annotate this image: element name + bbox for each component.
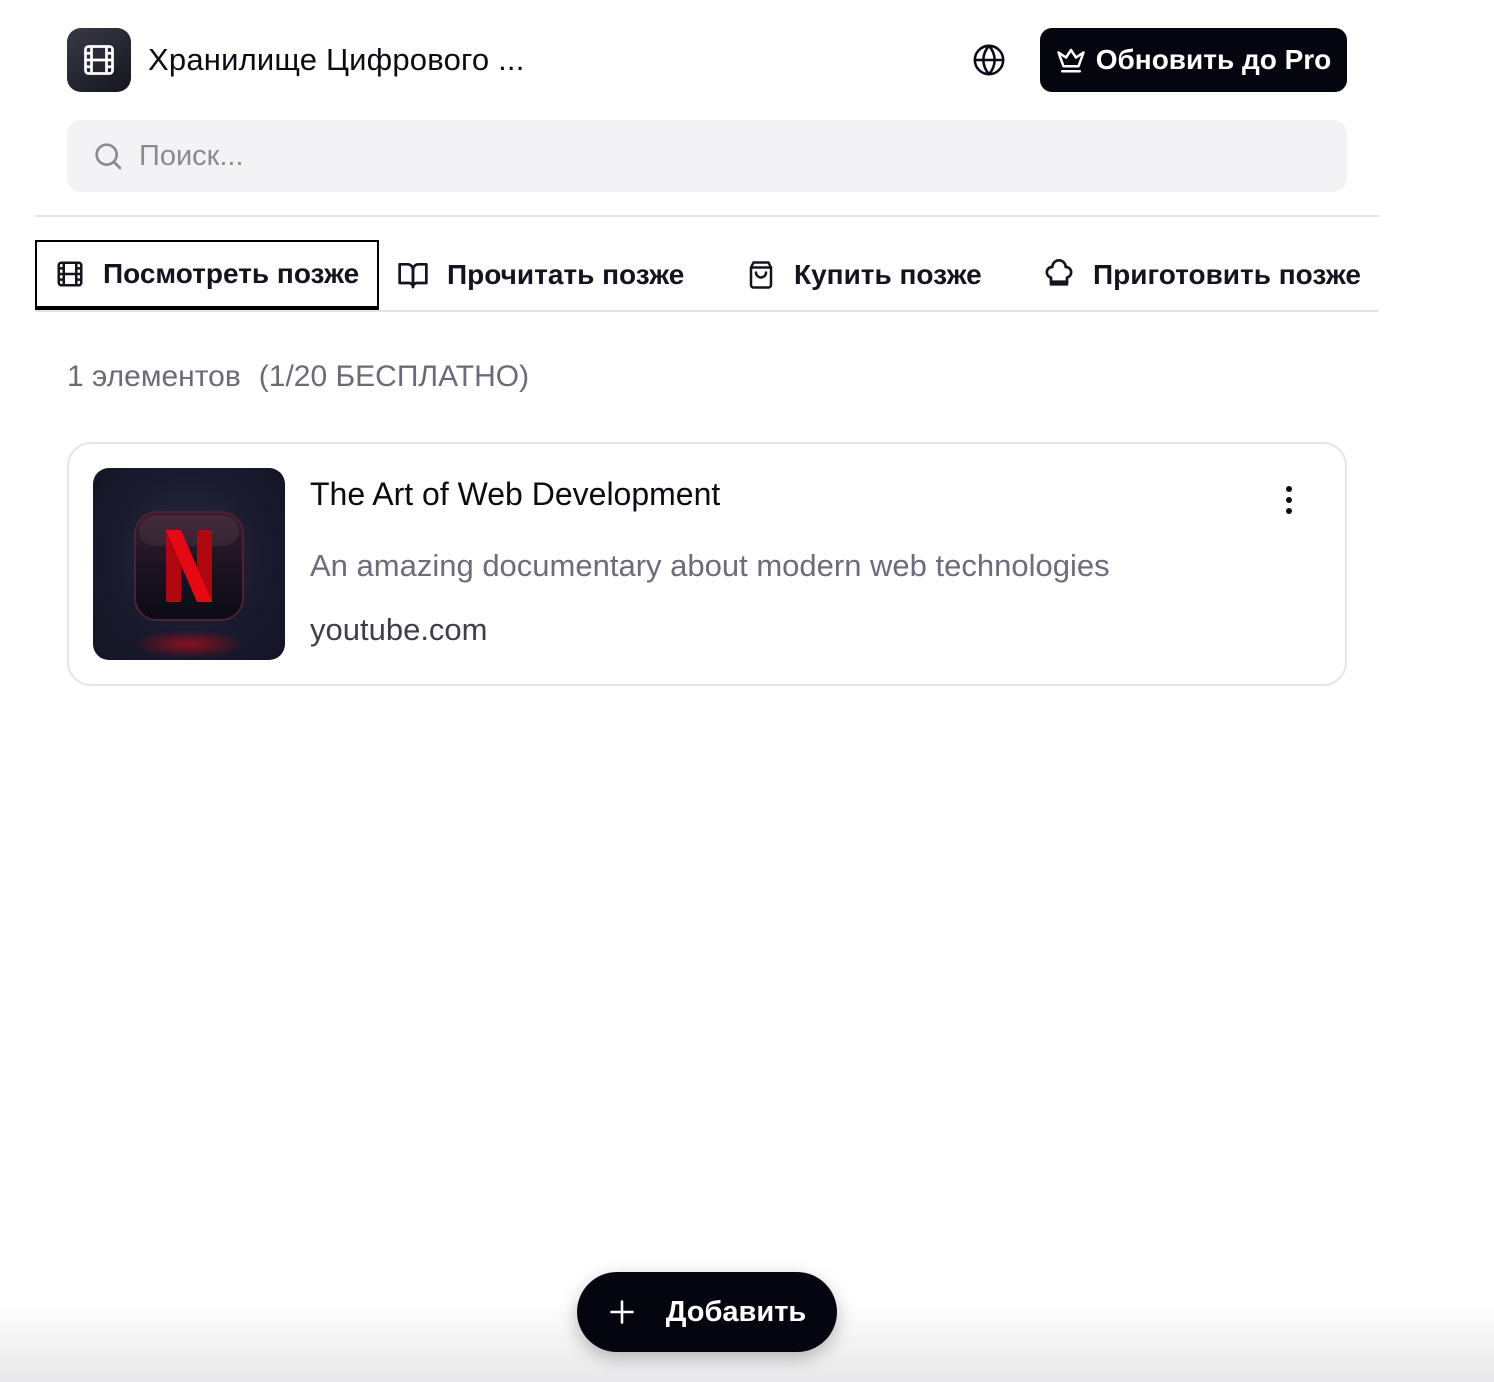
tab-label: Прочитать позже	[447, 259, 685, 290]
free-limit-label: (1/20 БЕСПЛАТНО)	[258, 360, 530, 393]
globe-icon	[973, 44, 1005, 76]
app-header: Хранилище Цифрового ... Обновить до Pro	[67, 28, 1347, 92]
more-vertical-icon	[1286, 486, 1292, 514]
item-domain: youtube.com	[310, 612, 488, 647]
items-count-label: 1 элементов	[67, 360, 241, 393]
language-button[interactable]	[969, 40, 1009, 80]
plus-icon	[609, 1300, 634, 1324]
shopping-bag-icon	[749, 261, 773, 289]
items-count: 1 элементов (1/20 БЕСПЛАТНО)	[67, 360, 529, 394]
tab-buy-later[interactable]: Купить позже	[746, 240, 982, 310]
add-button-label: Добавить	[665, 1295, 807, 1328]
tab-label: Купить позже	[794, 259, 982, 290]
tab-label: Приготовить позже	[1093, 259, 1361, 290]
film-icon	[57, 261, 83, 287]
more-options-button[interactable]	[1269, 480, 1309, 520]
tab-watch-later[interactable]: Посмотреть позже	[35, 240, 379, 310]
add-button[interactable]: Добавить	[577, 1272, 837, 1352]
search-icon	[91, 139, 125, 173]
category-tabs: Посмотреть позже Прочитать позже Купить …	[35, 240, 1379, 312]
divider	[35, 215, 1379, 217]
app-title: Хранилище Цифрового ...	[148, 42, 525, 77]
item-thumbnail	[93, 468, 285, 660]
item-title: The Art of Web Development	[310, 476, 721, 512]
upgrade-pro-button[interactable]: Обновить до Pro	[1040, 28, 1347, 92]
list-item[interactable]: The Art of Web Development An amazing do…	[67, 442, 1347, 686]
chef-hat-icon	[1045, 259, 1073, 286]
search-bar	[67, 120, 1347, 192]
upgrade-pro-label: Обновить до Pro	[1095, 44, 1332, 75]
book-icon	[398, 263, 428, 289]
film-icon	[67, 28, 131, 92]
crown-icon	[1056, 48, 1085, 73]
tab-cook-later[interactable]: Приготовить позже	[1043, 240, 1361, 310]
search-input[interactable]	[139, 126, 1347, 186]
tab-read-later[interactable]: Прочитать позже	[397, 240, 684, 310]
item-description: An amazing documentary about modern web …	[310, 548, 1110, 583]
tab-label: Посмотреть позже	[103, 258, 360, 289]
